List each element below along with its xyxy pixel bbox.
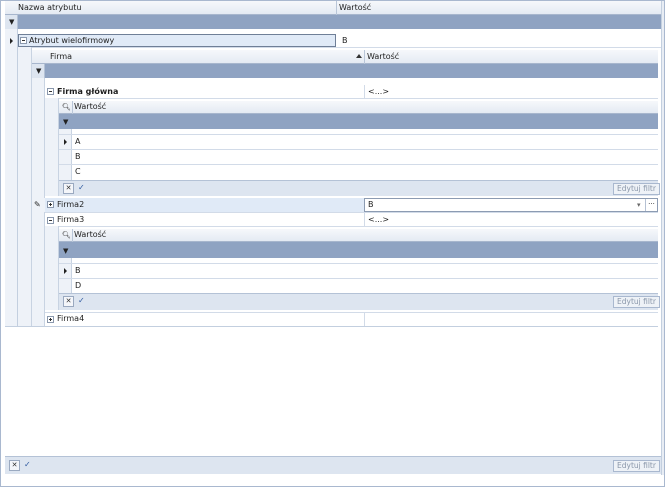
column-header-name[interactable]: Nazwa atrybutu [18, 2, 82, 14]
detail2-row-value[interactable]: D [75, 280, 81, 292]
attribute-name: Atrybut wielofirmowy [29, 36, 115, 45]
funnel-icon[interactable]: ▼ [63, 247, 68, 255]
collapse-icon[interactable] [20, 37, 27, 44]
firma-value[interactable]: B [368, 199, 374, 211]
detail1-footer [59, 180, 658, 196]
funnel-icon[interactable]: ▼ [9, 18, 14, 26]
firma-value[interactable]: <...> [368, 214, 389, 226]
edit-filter-button[interactable]: Edytuj filtr [613, 183, 660, 195]
firma-filter-row[interactable] [45, 64, 658, 78]
firma-name[interactable]: Firma główna [57, 86, 118, 98]
vertical-scrollbar[interactable] [661, 1, 664, 475]
detail1-header [59, 101, 658, 114]
row-pointer-icon [10, 38, 13, 44]
detail2-header [59, 229, 658, 242]
expand-icon[interactable] [47, 201, 54, 208]
firma-name[interactable]: Firma2 [57, 199, 84, 211]
pencil-icon: ✎ [34, 200, 41, 209]
funnel-icon[interactable]: ▼ [63, 118, 68, 126]
expand-icon[interactable] [47, 316, 54, 323]
firma-name[interactable]: Firma3 [57, 214, 84, 226]
edit-filter-button[interactable]: Edytuj filtr [613, 296, 660, 308]
detail2-filter-row[interactable] [59, 242, 658, 258]
column-header-firma[interactable]: Firma [50, 51, 72, 63]
check-icon[interactable]: ✓ [78, 296, 85, 306]
column-header-firma-value[interactable]: Wartość [367, 51, 399, 63]
attribute-value[interactable]: B [342, 35, 348, 47]
column-header-detail1-value[interactable]: Wartość [74, 101, 106, 113]
detail1-filter-row[interactable] [59, 114, 658, 129]
magnifier-icon[interactable]: 🔍︎ [62, 101, 71, 113]
magnifier-icon[interactable]: 🔍︎ [62, 229, 71, 241]
row-pointer-icon [64, 268, 67, 274]
check-icon[interactable]: ✓ [78, 183, 85, 193]
column-header-value[interactable]: Wartość [339, 2, 371, 14]
detail2-row-value[interactable]: B [75, 265, 81, 277]
check-icon[interactable]: ✓ [24, 460, 31, 470]
row-pointer-icon [64, 139, 67, 145]
ellipsis-button[interactable]: ··· [645, 199, 657, 211]
sort-ascending-icon [356, 54, 362, 58]
grid-footer [5, 456, 661, 474]
firma-value-editor[interactable] [364, 198, 658, 212]
chevron-down-icon[interactable]: ▾ [637, 199, 641, 211]
column-header-detail2-value[interactable]: Wartość [74, 229, 106, 241]
collapse-icon[interactable] [47, 88, 54, 95]
detail1-row-value[interactable]: C [75, 166, 81, 178]
firma-value[interactable]: <...> [368, 86, 389, 98]
clear-filter-x-icon[interactable]: ✕ [9, 460, 20, 471]
filter-row[interactable] [18, 15, 661, 29]
clear-filter-x-icon[interactable]: ✕ [63, 296, 74, 307]
grid-header [5, 1, 661, 15]
funnel-icon[interactable]: ▼ [36, 67, 41, 75]
detail1-row-value[interactable]: B [75, 151, 81, 163]
collapse-icon[interactable] [47, 217, 54, 224]
attribute-grid: Nazwa atrybutu Wartość ▼ Atrybut wielofi… [0, 0, 665, 487]
detail1-row-value[interactable]: A [75, 136, 80, 148]
clear-filter-x-icon[interactable]: ✕ [63, 183, 74, 194]
firma-name[interactable]: Firma4 [57, 313, 84, 325]
edit-filter-button[interactable]: Edytuj filtr [613, 460, 660, 472]
detail2-footer [59, 293, 658, 310]
firma-grid-header [32, 50, 658, 64]
